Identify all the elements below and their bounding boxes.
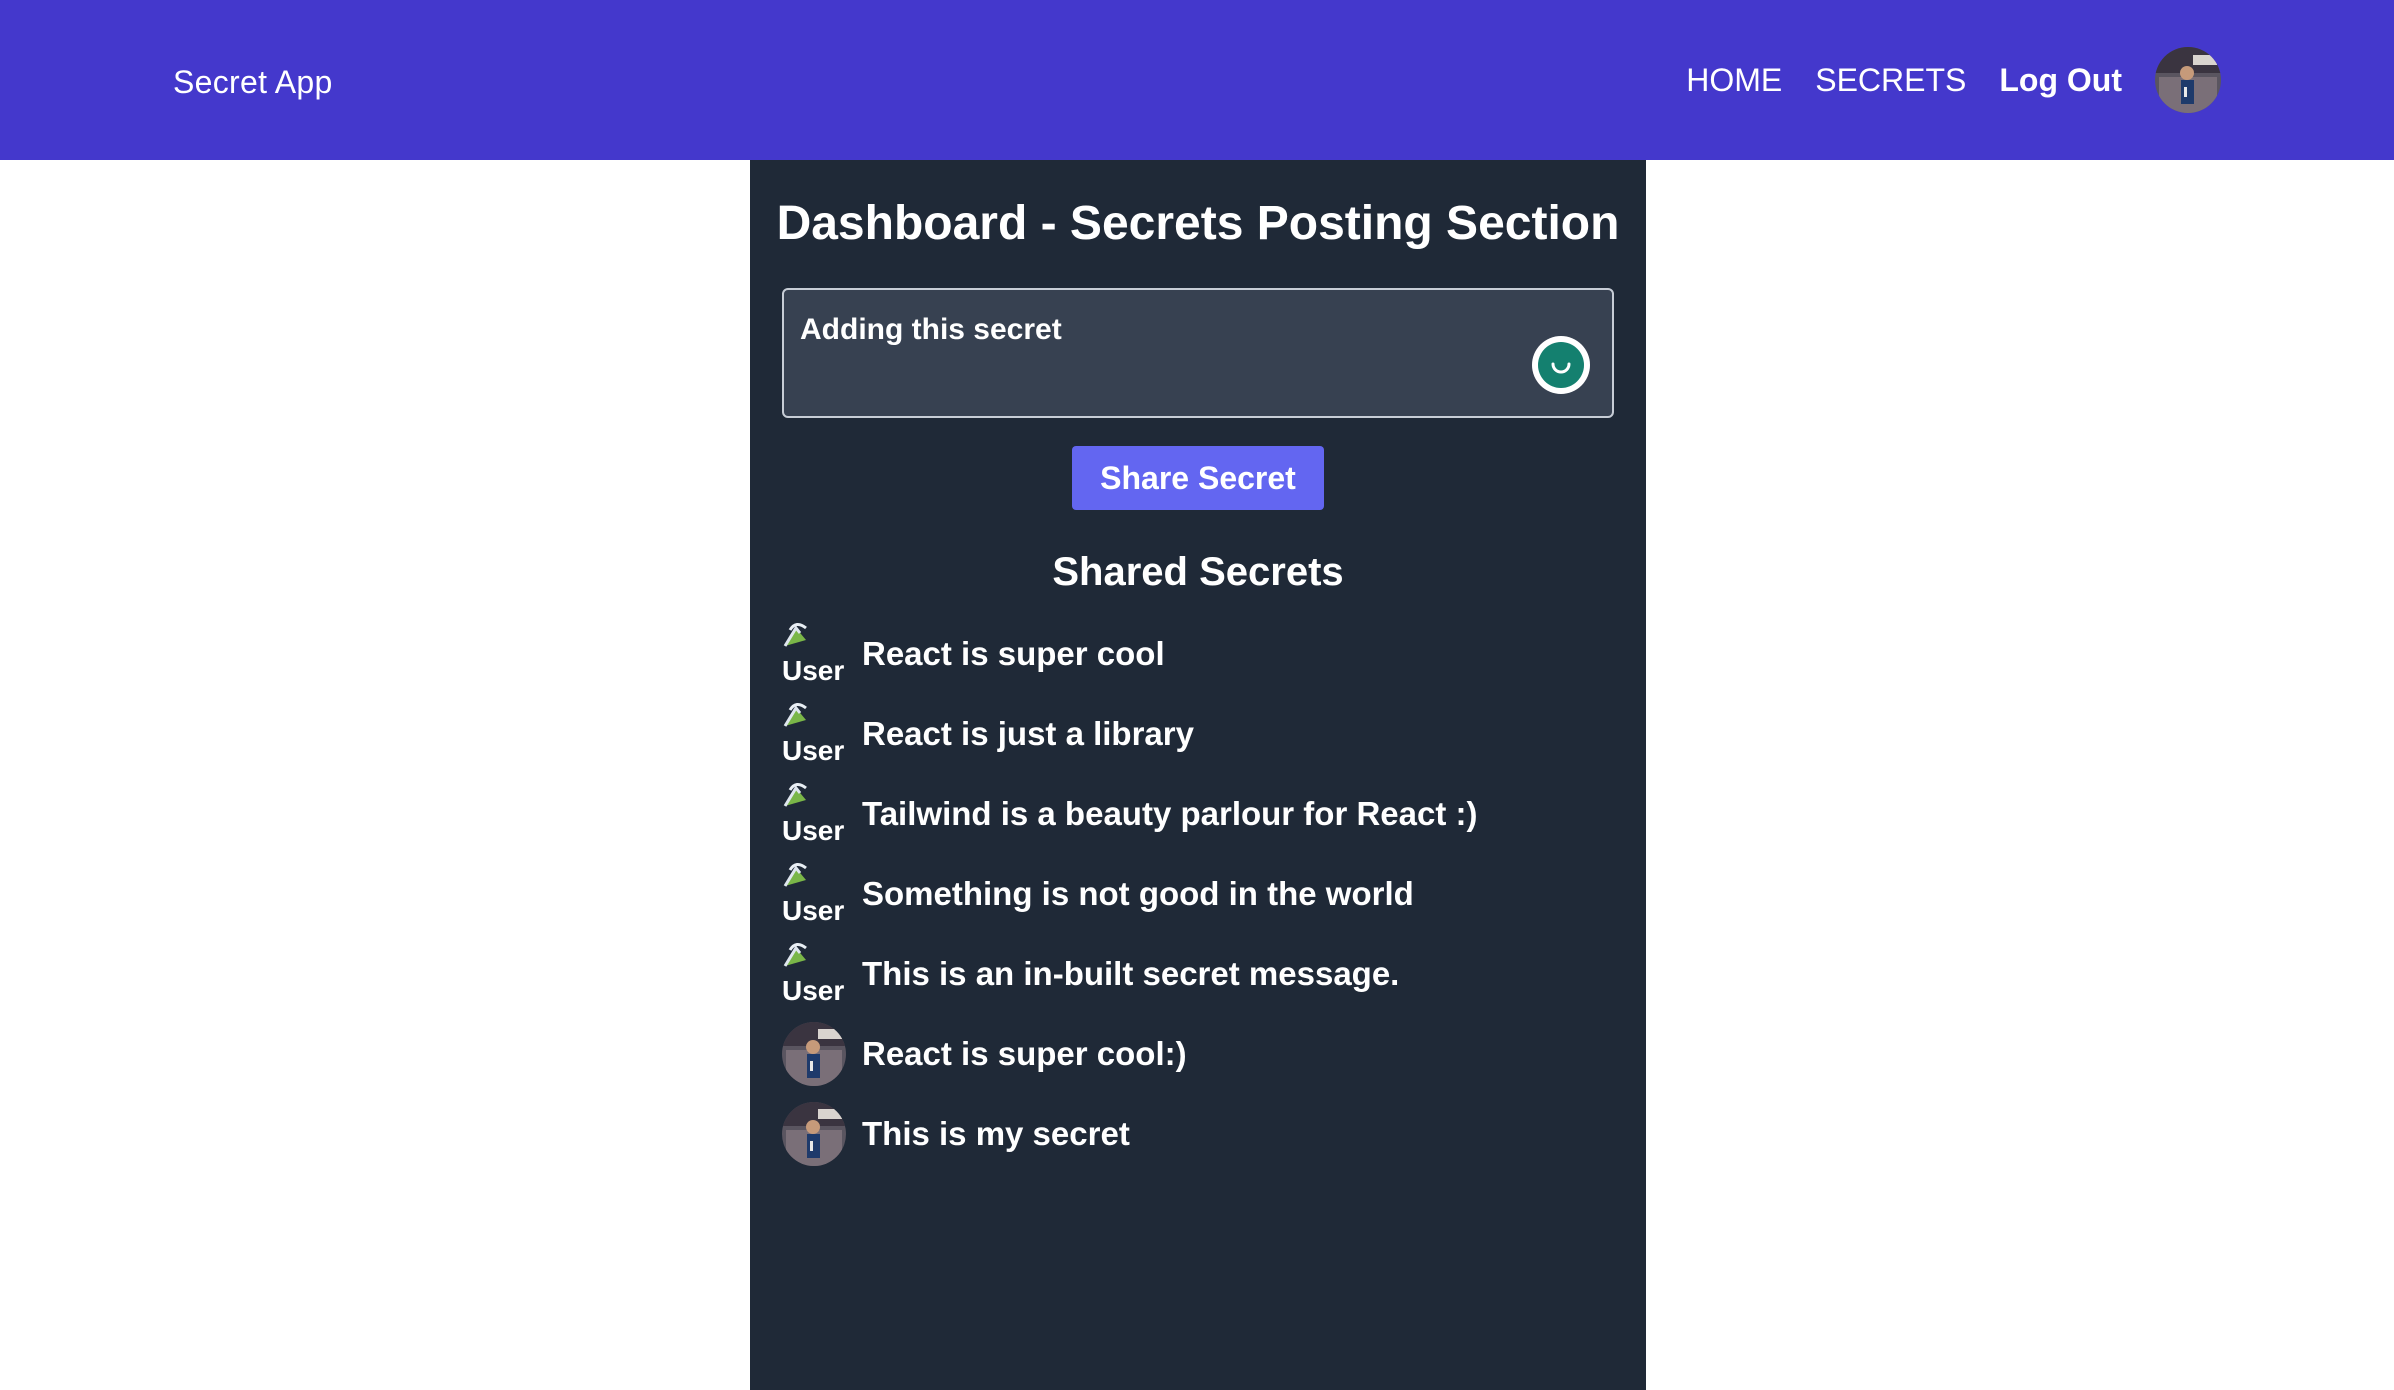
broken-image-icon [783, 943, 807, 967]
secret-text: Something is not good in the world [862, 875, 1414, 912]
secret-text: This is an in-built secret message. [862, 955, 1400, 992]
avatar-alt-text: User [782, 655, 845, 686]
broken-image-icon [783, 863, 807, 887]
logout-link[interactable]: Log Out [1999, 56, 2122, 104]
secret-list-item: User React is just a library [782, 694, 1622, 774]
dashboard-panel: Dashboard - Secrets Posting Section Addi… [750, 160, 1646, 1390]
user-photo-avatar [782, 1022, 846, 1086]
grammar-assistant-icon[interactable] [1532, 336, 1590, 394]
user-photo-icon [2155, 47, 2221, 113]
top-navbar: Secret App HOME SECRETS Log Out [0, 0, 2394, 160]
nav-secrets-link[interactable]: SECRETS [1815, 56, 1966, 104]
user-photo-avatar [782, 1102, 846, 1166]
avatar-alt-text: User [782, 815, 845, 846]
page-title: Dashboard - Secrets Posting Section [776, 197, 1620, 250]
smile-arc-icon [1551, 362, 1571, 374]
broken-image-icon [783, 783, 807, 807]
secret-list-item: User React is super cool [782, 614, 1622, 694]
broken-image-icon [783, 623, 807, 647]
avatar-alt-text: User [782, 895, 845, 926]
user-photo-icon [782, 1022, 846, 1086]
secret-text: React is just a library [862, 715, 1194, 752]
broken-image-avatar: User [782, 942, 846, 1006]
secret-input-box: Adding this secret [782, 288, 1614, 418]
grammar-assistant-inner [1538, 342, 1584, 388]
avatar-alt-text: User [782, 735, 845, 766]
broken-image-avatar: User [782, 702, 846, 766]
app-brand-link[interactable]: Secret App [173, 58, 333, 106]
user-photo-icon [782, 1102, 846, 1166]
secret-list-item: User Something is not good in the world [782, 854, 1622, 934]
secret-text: React is super cool:) [862, 1035, 1187, 1072]
broken-image-avatar: User [782, 782, 846, 846]
shared-secrets-heading: Shared Secrets [1052, 550, 1344, 594]
nav-links: HOME SECRETS Log Out [1686, 46, 2221, 114]
user-avatar[interactable] [2155, 47, 2221, 113]
secret-text: This is my secret [862, 1115, 1130, 1152]
secret-list-item: This is my secret [782, 1094, 1622, 1174]
secret-text: Tailwind is a beauty parlour for React :… [862, 795, 1478, 832]
broken-image-avatar: User [782, 862, 846, 926]
avatar-alt-text: User [782, 975, 845, 1006]
secret-list: User React is super cool User React is j… [782, 614, 1622, 1174]
secret-input[interactable]: Adding this secret [784, 290, 1612, 416]
secret-list-item: React is super cool:) [782, 1014, 1622, 1094]
broken-image-avatar: User [782, 622, 846, 686]
nav-home-link[interactable]: HOME [1686, 56, 1782, 104]
secret-list-item: User Tailwind is a beauty parlour for Re… [782, 774, 1622, 854]
secret-list-item: User This is an in-built secret message. [782, 934, 1622, 1014]
share-secret-button[interactable]: Share Secret [1072, 446, 1324, 510]
broken-image-icon [783, 703, 807, 727]
secret-text: React is super cool [862, 635, 1165, 672]
